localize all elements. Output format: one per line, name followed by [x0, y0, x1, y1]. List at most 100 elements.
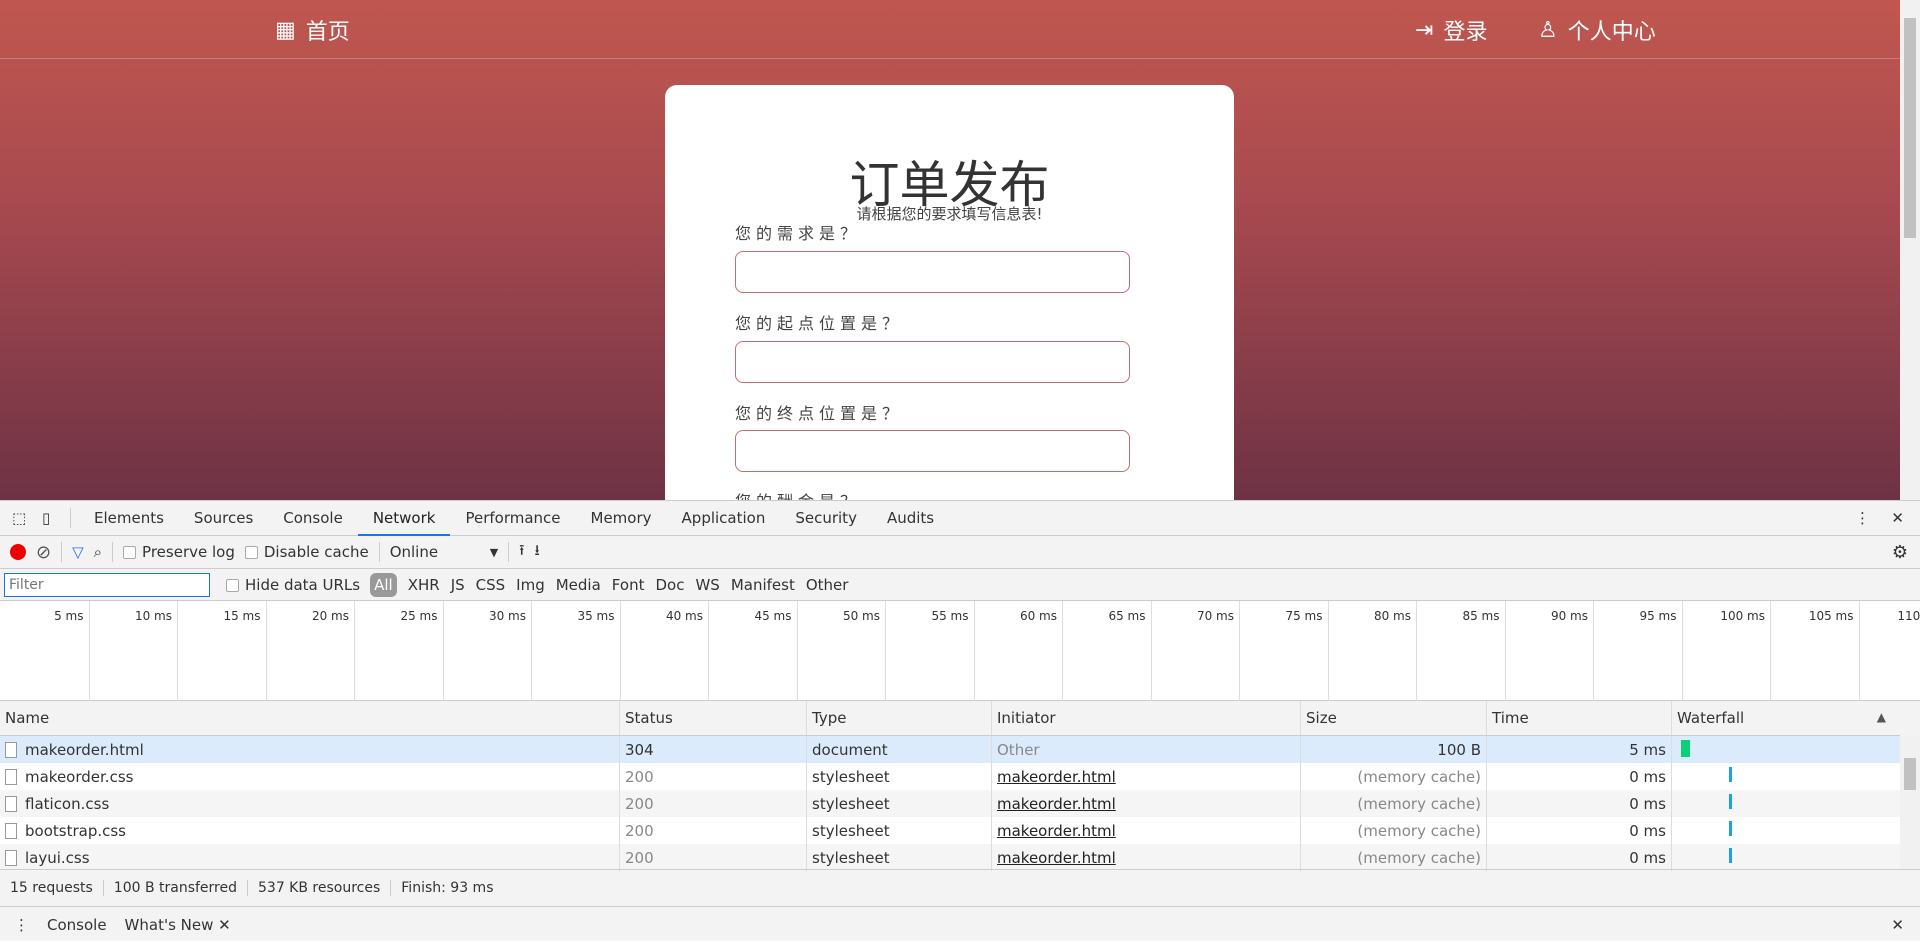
tab-audits[interactable]: Audits	[872, 501, 949, 536]
table-row[interactable]: bootstrap.css 200 stylesheet makeorder.html…	[0, 817, 1900, 844]
column-header-initiator[interactable]: Initiator	[991, 701, 1300, 735]
table-row[interactable]: makeorder.css 200 stylesheet makeorder.html…	[0, 763, 1900, 790]
column-header-size[interactable]: Size	[1300, 701, 1486, 735]
cell-type: stylesheet	[806, 790, 991, 817]
nav-login[interactable]: ⇥ 登录	[1415, 14, 1487, 46]
destination-label: 您的终点位置是？	[735, 404, 904, 423]
filter-type-img[interactable]: Img	[516, 576, 545, 594]
origin-input[interactable]	[735, 341, 1130, 383]
filter-type-manifest[interactable]: Manifest	[731, 576, 795, 594]
reward-label: 您的酬金是？	[735, 488, 861, 500]
demand-input[interactable]	[735, 251, 1130, 293]
cell-initiator[interactable]: makeorder.html	[991, 763, 1300, 790]
cell-size: (memory cache)	[1300, 817, 1486, 844]
file-icon	[5, 741, 17, 758]
timeline-overview[interactable]: 5 ms 10 ms 15 ms 20 ms 25 ms 30 ms 35 ms 40 ms 4…	[0, 601, 1920, 701]
filter-input[interactable]	[4, 572, 210, 597]
tab-memory[interactable]: Memory	[576, 501, 667, 536]
nav-home[interactable]: ▦ 首页	[275, 14, 350, 46]
devtools-panel: ⬚ ▯ Elements Sources Console Network Perform…	[0, 500, 1920, 941]
device-toolbar-icon[interactable]: ▯	[42, 509, 70, 527]
page-scrollbar[interactable]	[1900, 0, 1920, 500]
tab-application[interactable]: Application	[667, 501, 781, 536]
table-scrollbar[interactable]	[1900, 736, 1920, 869]
timeline-gridline	[796, 601, 798, 701]
name-text: makeorder.html	[25, 740, 144, 759]
size-text: (memory cache)	[1357, 821, 1481, 840]
name-text: makeorder.css	[25, 767, 134, 786]
cell-status: 200	[619, 817, 806, 844]
inspect-element-icon[interactable]: ⬚	[12, 509, 34, 527]
column-header-type[interactable]: Type	[806, 701, 991, 735]
throttle-select[interactable]: Online	[390, 543, 480, 561]
tab-console[interactable]: Console	[268, 501, 358, 536]
filter-type-other[interactable]: Other	[806, 576, 849, 594]
tab-security[interactable]: Security	[780, 501, 872, 536]
timeline-tick-label: 15 ms	[223, 609, 261, 623]
column-header-name[interactable]: Name	[0, 701, 619, 735]
nav-profile[interactable]: ♙ 个人中心	[1538, 14, 1656, 46]
column-header-waterfall[interactable]: Waterfall	[1671, 701, 1900, 735]
settings-gear-icon[interactable]: ⚙	[1892, 542, 1908, 563]
cell-type: stylesheet	[806, 817, 991, 844]
tab-performance[interactable]: Performance	[450, 501, 575, 536]
import-har-icon[interactable]: ⭱	[519, 540, 524, 565]
waterfall-bar	[1681, 740, 1690, 757]
file-icon	[5, 768, 17, 785]
initiator-text: makeorder.html	[997, 794, 1116, 813]
timeline-gridline	[1150, 601, 1152, 701]
cell-initiator[interactable]: makeorder.html	[991, 844, 1300, 871]
preserve-log-checkbox[interactable]: Preserve log	[123, 543, 235, 561]
timeline-gridline	[265, 601, 267, 701]
close-tab-icon[interactable]: ✕	[218, 916, 231, 934]
sort-ascending-icon[interactable]: ▲	[1877, 710, 1886, 724]
timeline-tick-label: 30 ms	[488, 609, 526, 623]
disable-cache-checkbox[interactable]: Disable cache	[244, 543, 369, 561]
timeline-tick-label: 10 ms	[134, 609, 172, 623]
file-icon	[5, 822, 17, 839]
hide-data-urls-checkbox[interactable]: Hide data URLs	[226, 576, 360, 594]
filter-type-js[interactable]: JS	[451, 576, 465, 594]
cell-size: 100 B	[1300, 736, 1486, 763]
waterfall-bar	[1729, 821, 1732, 836]
table-row[interactable]: flaticon.css 200 stylesheet makeorder.html (…	[0, 790, 1900, 817]
export-har-icon[interactable]: ⭳	[534, 540, 539, 565]
column-header-time[interactable]: Time	[1486, 701, 1671, 735]
building-icon: ▦	[275, 17, 296, 43]
drawer-tab-console[interactable]: Console	[47, 916, 107, 934]
timeline-gridline	[442, 601, 444, 701]
summary-item: Finish: 93 ms	[401, 880, 494, 896]
tab-network[interactable]: Network	[357, 501, 451, 536]
destination-input[interactable]	[735, 430, 1130, 472]
drawer-tab-whats-new[interactable]: What's New ✕	[125, 916, 231, 934]
initiator-text: makeorder.html	[997, 821, 1116, 840]
filter-type-doc[interactable]: Doc	[655, 576, 684, 594]
filter-type-ws[interactable]: WS	[695, 576, 719, 594]
search-icon[interactable]: ⌕	[94, 543, 102, 561]
filter-type-all[interactable]: All	[370, 572, 397, 597]
timeline-tick-label: 90 ms	[1550, 609, 1588, 623]
tab-sources[interactable]: Sources	[179, 501, 268, 536]
tab-elements[interactable]: Elements	[79, 501, 179, 536]
drawer-menu-icon[interactable]: ⋮	[14, 916, 29, 934]
filter-type-media[interactable]: Media	[556, 576, 601, 594]
close-devtools-icon[interactable]: ✕	[1891, 509, 1904, 527]
timeline-gridline	[1504, 601, 1506, 701]
cell-waterfall	[1671, 736, 1900, 763]
cell-waterfall	[1671, 763, 1900, 790]
clear-icon[interactable]: ⊘	[36, 542, 51, 563]
more-options-icon[interactable]: ⋮	[1855, 509, 1870, 527]
close-drawer-icon[interactable]: ✕	[1891, 916, 1904, 934]
record-icon[interactable]	[10, 544, 26, 560]
filter-type-xhr[interactable]: XHR	[408, 576, 440, 594]
table-row[interactable]: makeorder.html 304 document Other 100 B 5 ms	[0, 736, 1900, 763]
column-header-status[interactable]: Status	[619, 701, 806, 735]
filter-type-css[interactable]: CSS	[476, 576, 506, 594]
filter-icon[interactable]: ▽	[72, 543, 84, 561]
cell-initiator[interactable]: makeorder.html	[991, 817, 1300, 844]
filter-type-font[interactable]: Font	[612, 576, 645, 594]
file-icon	[5, 795, 17, 812]
cell-initiator[interactable]: makeorder.html	[991, 790, 1300, 817]
cell-time: 0 ms	[1486, 763, 1671, 790]
table-row[interactable]: layui.css 200 stylesheet makeorder.html (mem…	[0, 844, 1900, 871]
